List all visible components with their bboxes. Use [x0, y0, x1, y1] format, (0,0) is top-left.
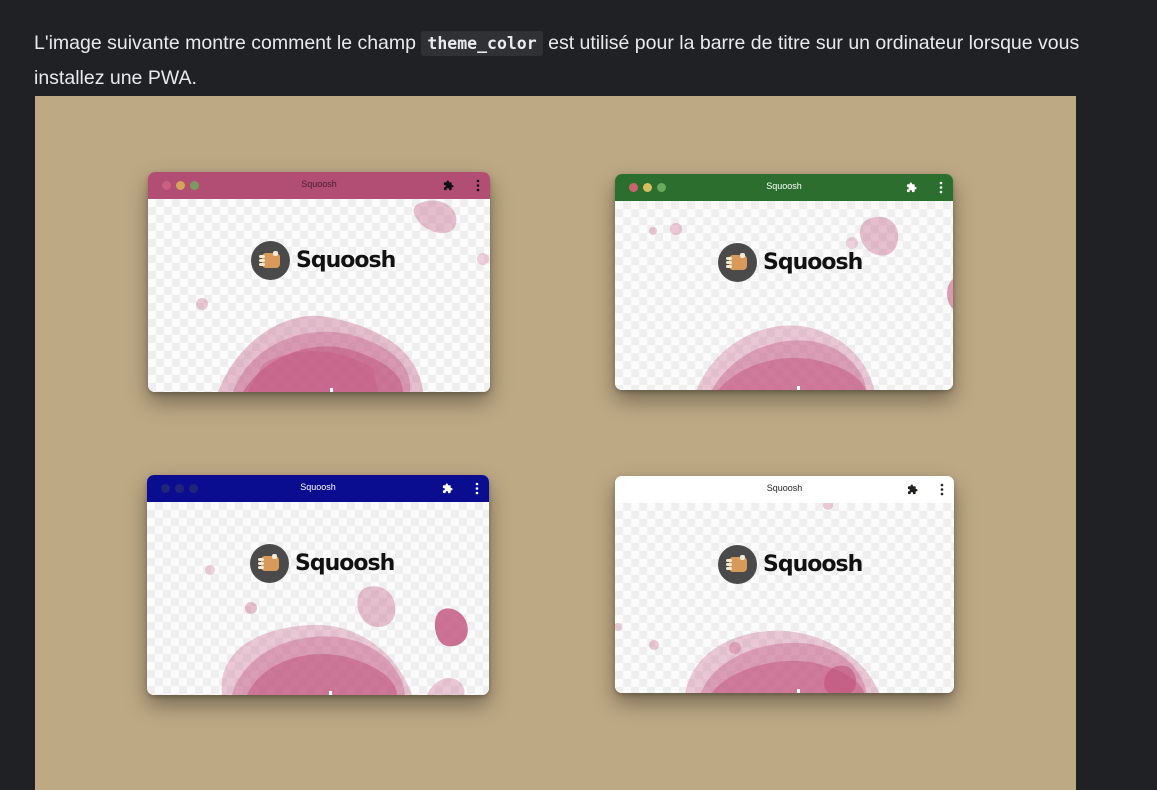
kebab-menu-icon[interactable] [476, 179, 480, 192]
bottom-marker [797, 386, 800, 390]
squoosh-logo-text: Squoosh [763, 552, 863, 577]
app-window-blue: Squoosh Squoosh [147, 475, 489, 695]
squoosh-mascot-icon [718, 545, 757, 584]
decorative-blobs [196, 200, 489, 392]
puzzle-icon[interactable] [906, 182, 917, 193]
app-content: Squoosh [148, 199, 490, 392]
window-title: Squoosh [300, 482, 336, 492]
theme-color-code: theme_color [421, 30, 543, 56]
app-window-green: Squoosh Squoosh [615, 174, 953, 390]
squoosh-logo: Squoosh [250, 544, 395, 583]
title-bar: Squoosh [615, 174, 953, 201]
app-window-pink: Squoosh Squoosh [148, 172, 490, 392]
squoosh-logo: Squoosh [718, 243, 863, 282]
description-paragraph: L'image suivante montre comment le champ… [34, 26, 1134, 96]
app-content: Squoosh [615, 503, 954, 693]
app-content: Squoosh [615, 201, 953, 390]
title-bar: Squoosh [147, 475, 489, 502]
puzzle-icon[interactable] [907, 484, 918, 495]
bottom-marker [330, 388, 333, 392]
window-title: Squoosh [766, 181, 802, 191]
decorative-blobs [649, 216, 953, 390]
window-title: Squoosh [301, 179, 337, 189]
bottom-marker [797, 689, 800, 693]
app-content: Squoosh [147, 502, 489, 695]
decorative-blobs [205, 565, 468, 695]
kebab-menu-icon[interactable] [475, 482, 479, 495]
squoosh-mascot-icon [250, 544, 289, 583]
kebab-menu-icon[interactable] [939, 181, 943, 194]
squoosh-logo: Squoosh [718, 545, 863, 584]
window-title: Squoosh [766, 483, 803, 493]
squoosh-logo-text: Squoosh [296, 248, 396, 273]
squoosh-logo-text: Squoosh [295, 551, 395, 576]
decorative-blobs [615, 503, 879, 693]
app-window-white: Squoosh Squoosh [615, 476, 954, 693]
paragraph-text-before: L'image suivante montre comment le champ [34, 31, 422, 54]
squoosh-logo-text: Squoosh [763, 250, 863, 275]
puzzle-icon[interactable] [442, 483, 453, 494]
bottom-marker [329, 691, 332, 695]
squoosh-mascot-icon [251, 241, 290, 280]
puzzle-icon[interactable] [443, 180, 454, 191]
title-bar: Squoosh [615, 476, 954, 503]
pwa-titlebar-figure: Squoosh Squoosh Squoosh Squoosh Squoosh … [35, 96, 1076, 790]
squoosh-mascot-icon [718, 243, 757, 282]
squoosh-logo: Squoosh [251, 241, 396, 280]
kebab-menu-icon[interactable] [940, 483, 944, 496]
title-bar: Squoosh [148, 172, 490, 199]
